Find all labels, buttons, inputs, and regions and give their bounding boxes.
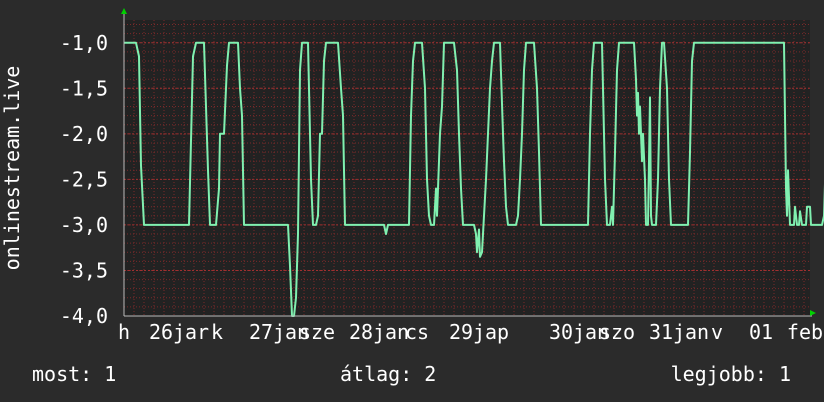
x-tick-label: 30 [549,320,573,344]
stat-most: most: 1 [32,362,117,386]
x-tick-label: 29 [449,320,473,344]
x-tick-label: cs [405,320,429,344]
x-tick-label: jan [673,320,709,344]
x-tick-label: sze [299,320,335,344]
x-tick-label: szo [599,320,635,344]
x-tick-label: k [211,320,223,344]
x-tick-label: h [118,320,130,344]
stat-best: legjobb: 1 [670,362,791,386]
y-tick-label: -2,0 [60,122,108,146]
x-tick-label: v [711,320,723,344]
x-tick-label: jap [473,320,509,344]
y-tick-label: -3,5 [60,258,108,282]
y-tick-label: -3,0 [60,213,108,237]
x-tick-label: 28 [349,320,373,344]
x-tick-label: 26 [149,320,173,344]
y-axis-ticks: -1,0 -1,5 -2,0 -2,5 -3,0 -3,5 -4,0 [60,31,108,328]
stat-average: átlag: 2 [340,362,437,386]
x-axis-ticks: h 26 jar k 27 jansze 28 jancs 29 jap 30 janszo 31 jan… [118,320,824,344]
x-tick-label: 31 [649,320,673,344]
x-tick-label: jar [173,320,209,344]
line-chart: -1,0 -1,5 -2,0 -2,5 -3,0 -3,5 -4,0 h 26 jar k 27 ja… [0,8,824,344]
x-tick-label: 01 [749,320,773,344]
y-tick-label: -4,0 [60,304,108,328]
x-tick-label: jan [373,320,409,344]
x-tick-label: febr [787,320,824,344]
y-axis-arrow-icon [121,8,127,14]
x-tick-label: 27 [249,320,273,344]
y-tick-label: -1,0 [60,31,108,55]
y-tick-label: -2,5 [60,167,108,191]
y-tick-label: -1,5 [60,76,108,100]
y-axis-label: onlinestream.live [0,66,24,271]
x-axis-arrow-icon [810,310,816,316]
